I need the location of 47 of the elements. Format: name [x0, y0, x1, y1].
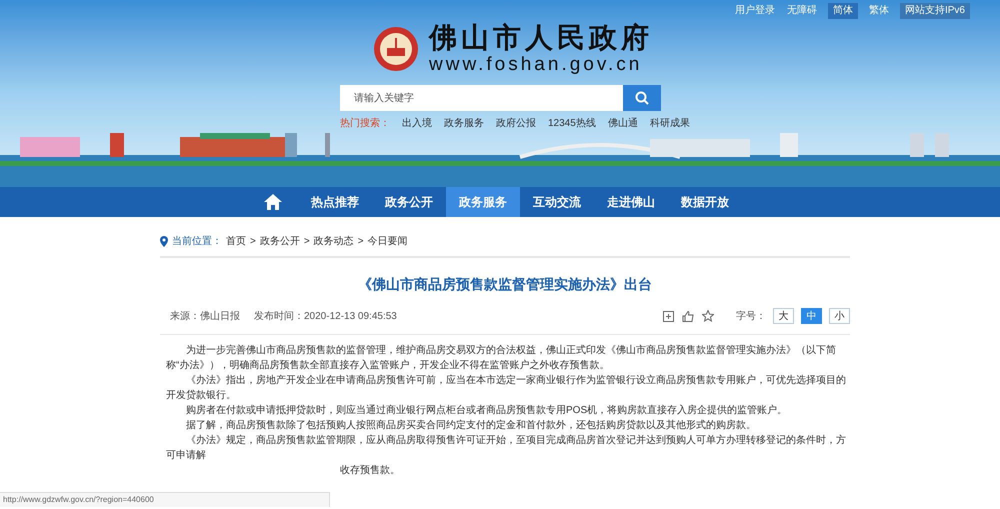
breadcrumb-link[interactable]: 政务动态 — [314, 234, 354, 248]
search-button[interactable] — [623, 85, 661, 111]
article-paragraph: 购房者在付款或申请抵押贷款时，则应当通过商业银行网点柜台或者商品房预售款专用POS机，将购房款直接存入房企提供的监管账户。 — [185, 404, 788, 418]
nav-tab[interactable]: 数据开放 — [668, 187, 742, 217]
emblem-icon — [373, 26, 419, 72]
hot-search-link[interactable]: 佛山通 — [608, 116, 638, 131]
publish-time: 发布时间：2020-12-13 09:45:53 — [254, 310, 397, 324]
font-size-button[interactable]: 中 — [801, 308, 822, 324]
article-paragraph: 收存预售款。 — [339, 464, 401, 478]
article-paragraph: 《办法》指出，房地产开发企业在申请商品房预售许可前，应当在本市选定一家商业银行作为监管银行设立商品房预售款专用账户，可优先选择项目的开发贷款银行。 — [165, 374, 847, 403]
hot-search-label: 热门搜索： — [340, 116, 390, 131]
status-bar: http://www.gdzwfw.gov.cn/?region=440600 — [0, 492, 330, 507]
location-pin-icon — [160, 236, 168, 246]
thumbs-up-icon[interactable] — [682, 310, 694, 322]
hot-search-link[interactable]: 出入境 — [402, 116, 432, 131]
breadcrumb-separator: > — [304, 234, 310, 248]
search-icon — [635, 91, 649, 105]
nav-tab[interactable]: 热点推荐 — [298, 187, 372, 217]
hot-search-link[interactable]: 科研成果 — [650, 116, 690, 131]
hot-search-link[interactable]: 政府公报 — [496, 116, 536, 131]
hot-search-link[interactable]: 政务服务 — [444, 116, 484, 131]
breadcrumb-separator: > — [358, 234, 364, 248]
breadcrumb-separator: > — [250, 234, 256, 248]
nav-tab[interactable]: 互动交流 — [520, 187, 594, 217]
site-url: www.foshan.gov.cn — [429, 54, 644, 76]
site-title: 佛山市人民政府 — [429, 22, 653, 54]
top-link[interactable]: 简体 — [828, 3, 858, 19]
article-title: 《佛山市商品房预售款监督管理实施办法》出台 — [357, 275, 653, 294]
search-field[interactable]: 请输入关键字 — [340, 85, 623, 111]
home-icon — [264, 194, 282, 210]
font-size-button[interactable]: 大 — [773, 308, 794, 324]
article-paragraph: 《办法》规定，商品房预售款监管期限，应从商品房取得预售许可证开始，至项目完成商品房首次登记并达到预购人可单方办理转移登记的条件时，方可申请解 — [165, 434, 847, 463]
breadcrumb-link[interactable]: 首页 — [226, 234, 246, 248]
breadcrumb-link[interactable]: 今日要闻 — [368, 234, 408, 248]
hot-search-link[interactable]: 12345热线 — [548, 116, 596, 131]
article-source: 来源：佛山日报 — [170, 310, 240, 324]
breadcrumb-label: 当前位置： — [172, 234, 222, 248]
article-paragraph: 为进一步完善佛山市商品房预售款的监督管理，维护商品房交易双方的合法权益，佛山正式印发《佛山市商品房预售款监督管理实施办法》（以下简称“办法》），明确商品房预售款全部直接存入监管账户，开发企业不得在监管账户之外收存预售款。 — [165, 344, 837, 373]
article-paragraph: 据了解，商品房预售款除了包括预购人按照商品房买卖合同约定支付的定金和首付款外，还包括购房贷款以及其他形式的购房款。 — [185, 418, 757, 433]
nav-tab[interactable]: 政务服务 — [446, 187, 520, 217]
nav-tab[interactable]: 政务公开 — [372, 187, 446, 217]
font-size-button[interactable]: 小 — [829, 308, 850, 324]
nav-tab[interactable]: 走进佛山 — [594, 187, 668, 217]
breadcrumb-link[interactable]: 政务公开 — [260, 234, 300, 248]
star-icon[interactable] — [702, 310, 714, 322]
top-link[interactable]: 网站支持IPv6 — [900, 3, 970, 19]
font-size-label: 字号： — [736, 310, 766, 324]
